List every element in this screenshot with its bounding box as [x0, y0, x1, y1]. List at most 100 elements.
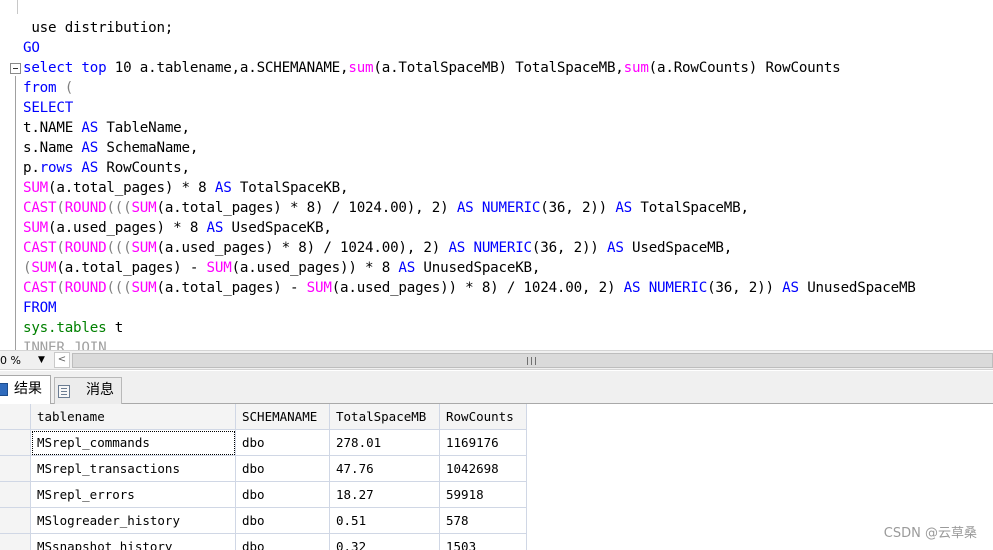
cell-tablename[interactable]: MSrepl_transactions — [31, 456, 236, 482]
code-token: (a.used_pages) * 8) / 1024.00), 2) — [156, 240, 449, 256]
code-line[interactable]: INNER JOIN — [23, 338, 107, 350]
code-line[interactable]: from ( — [23, 78, 73, 98]
collapse-region-icon[interactable] — [10, 63, 21, 74]
code-line[interactable]: (SUM(a.total_pages) - SUM(a.used_pages))… — [23, 258, 540, 278]
code-line[interactable]: CAST(ROUND(((SUM(a.total_pages) * 8) / 1… — [23, 198, 749, 218]
code-token: AS — [448, 240, 466, 256]
code-token: UsedSpaceKB, — [223, 220, 332, 236]
code-line[interactable]: GO — [23, 38, 40, 58]
code-token: GO — [23, 40, 40, 56]
code-token: AS — [214, 180, 232, 196]
code-token: TableName, — [98, 120, 190, 136]
code-token: SUM — [31, 260, 57, 276]
cell-totalspacemb[interactable]: 18.27 — [330, 482, 440, 508]
tab-messages[interactable]: 消息 — [54, 377, 122, 404]
cell-schemaname[interactable]: dbo — [236, 482, 330, 508]
row-header[interactable] — [0, 430, 31, 456]
code-line[interactable]: SUM(a.total_pages) * 8 AS TotalSpaceKB, — [23, 178, 349, 198]
code-token: use distribution; — [23, 20, 174, 36]
editor-horizontal-bar: 0 % ▼ < — [0, 350, 993, 370]
code-token: SUM — [23, 180, 49, 196]
code-token: UnusedSpaceMB — [798, 280, 916, 296]
code-token: AS — [81, 140, 99, 156]
code-line[interactable]: select top 10 a.tablename,a.SCHEMANAME,s… — [23, 58, 841, 78]
code-token: SUM — [206, 260, 232, 276]
code-line[interactable]: SELECT — [23, 98, 73, 118]
cell-tablename[interactable]: MSrepl_errors — [31, 482, 236, 508]
code-token: from — [23, 80, 57, 96]
row-header[interactable] — [0, 482, 31, 508]
cell-totalspacemb[interactable]: 0.51 — [330, 508, 440, 534]
code-line[interactable]: use distribution; — [23, 18, 173, 38]
code-line[interactable]: t.NAME AS TableName, — [23, 118, 190, 138]
cell-rowcounts[interactable]: 578 — [440, 508, 527, 534]
row-header[interactable] — [0, 456, 31, 482]
row-header[interactable] — [0, 534, 31, 550]
code-token: p. — [23, 160, 40, 176]
code-token: ( — [56, 200, 65, 216]
cell-rowcounts[interactable]: 1042698 — [440, 456, 527, 482]
cell-totalspacemb[interactable]: 278.01 — [330, 430, 440, 456]
cell-tablename[interactable]: MSsnapshot_history — [31, 534, 236, 550]
code-line[interactable]: FROM — [23, 298, 57, 318]
code-token: AS — [623, 280, 641, 296]
column-header-totalspacemb[interactable]: TotalSpaceMB — [330, 404, 440, 430]
code-token: (a.total_pages) * 8 — [48, 180, 215, 196]
tab-results[interactable]: 结果 — [0, 375, 51, 404]
column-header-tablename[interactable]: tablename — [31, 404, 236, 430]
cell-rowcounts[interactable]: 1503 — [440, 534, 527, 550]
outline-guide-line — [15, 76, 16, 350]
code-token: s.Name — [23, 140, 82, 156]
zoom-value: 0 % — [0, 354, 21, 367]
cell-totalspacemb[interactable]: 47.76 — [330, 456, 440, 482]
code-token: TotalSpaceKB, — [231, 180, 349, 196]
code-token: SchemaName, — [98, 140, 199, 156]
code-line[interactable]: CAST(ROUND(((SUM(a.used_pages) * 8) / 10… — [23, 238, 732, 258]
code-token: ( — [56, 280, 65, 296]
code-token: (36, 2)) — [707, 280, 783, 296]
scroll-left-button[interactable]: < — [54, 352, 70, 368]
code-token: ROUND — [64, 240, 107, 256]
cell-tablename[interactable]: MSlogreader_history — [31, 508, 236, 534]
tab-messages-label: 消息 — [86, 382, 114, 398]
code-token: sum — [623, 60, 649, 76]
code-line[interactable]: s.Name AS SchemaName, — [23, 138, 198, 158]
cell-schemaname[interactable]: dbo — [236, 508, 330, 534]
column-header-schemaname[interactable]: SCHEMANAME — [236, 404, 330, 430]
code-token: INNER JOIN — [23, 340, 107, 350]
code-token: (a.used_pages) * 8 — [48, 220, 207, 236]
code-token: ( — [56, 80, 74, 96]
grid-icon — [0, 383, 8, 396]
code-token: (a.total_pages) - — [56, 260, 207, 276]
code-token: CAST — [23, 280, 57, 296]
tab-results-label: 结果 — [14, 381, 42, 397]
grid-corner[interactable] — [0, 404, 31, 430]
cell-rowcounts[interactable]: 59918 — [440, 482, 527, 508]
cell-schemaname[interactable]: dbo — [236, 456, 330, 482]
editor-guide-line — [17, 0, 18, 14]
cell-tablename[interactable]: MSrepl_commands — [31, 430, 236, 456]
code-line[interactable]: CAST(ROUND(((SUM(a.total_pages) - SUM(a.… — [23, 278, 916, 298]
results-grid[interactable]: tablename SCHEMANAME TotalSpaceMB RowCou… — [0, 404, 993, 550]
code-token: ((( — [106, 280, 132, 296]
zoom-selector[interactable]: 0 % ▼ — [0, 352, 52, 369]
cell-totalspacemb[interactable]: 0.32 — [330, 534, 440, 550]
code-token: (a.total_pages) - — [156, 280, 307, 296]
row-header[interactable] — [0, 508, 31, 534]
sql-editor[interactable]: use distribution; GO select top 10 a.table… — [0, 0, 993, 350]
column-header-rowcounts[interactable]: RowCounts — [440, 404, 527, 430]
code-token: AS — [782, 280, 799, 296]
code-line[interactable]: SUM(a.used_pages) * 8 AS UsedSpaceKB, — [23, 218, 332, 238]
cell-schemaname[interactable]: dbo — [236, 534, 330, 550]
code-token: (a.TotalSpaceMB) TotalSpaceMB, — [373, 60, 624, 76]
code-token: SUM — [131, 240, 157, 256]
code-token: 10 a.tablename,a.SCHEMANAME, — [106, 60, 349, 76]
code-token: top — [81, 60, 107, 76]
code-line[interactable]: p.rows AS RowCounts, — [23, 158, 190, 178]
chevron-down-icon[interactable]: ▼ — [38, 352, 45, 369]
code-token: (a.used_pages)) * 8) / 1024.00, 2) — [331, 280, 624, 296]
code-token: NUMERIC — [648, 280, 708, 296]
cell-schemaname[interactable]: dbo — [236, 430, 330, 456]
code-line[interactable]: sys.tables t — [23, 318, 123, 338]
cell-rowcounts[interactable]: 1169176 — [440, 430, 527, 456]
